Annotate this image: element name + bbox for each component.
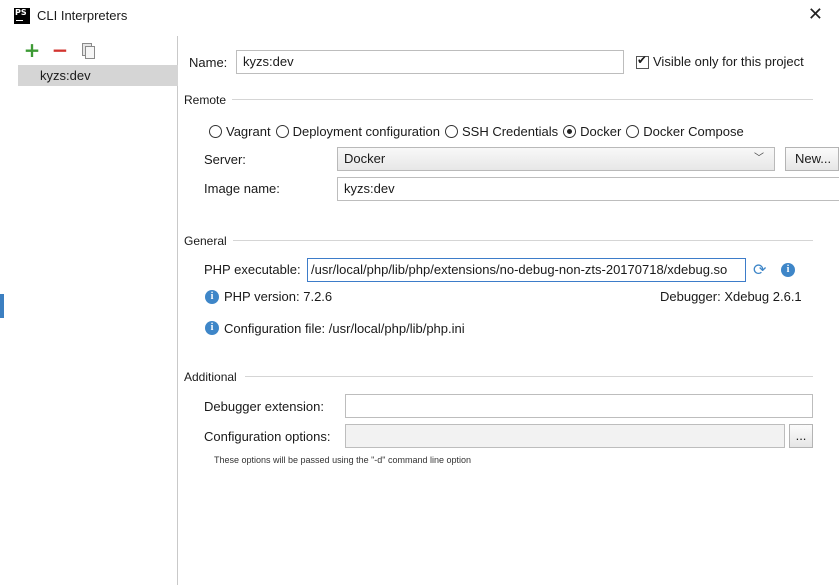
general-section-divider — [229, 240, 813, 241]
phpstorm-app-icon: PS — [14, 8, 30, 24]
background-window-edge — [0, 294, 4, 318]
radio-docker-compose[interactable]: Docker Compose — [626, 124, 744, 139]
title-bar: PS CLI Interpreters ✕ — [0, 0, 839, 32]
info-icon: i — [205, 290, 219, 304]
configuration-options-input[interactable] — [345, 424, 785, 448]
radio-deployment-configuration[interactable]: Deployment configuration — [275, 124, 440, 139]
debugger-extension-label: Debugger extension: — [204, 399, 324, 414]
additional-section-title: Additional — [184, 370, 243, 384]
radio-vagrant[interactable]: Vagrant — [209, 124, 271, 139]
refresh-icon[interactable]: ⟳ — [753, 262, 769, 278]
info-icon[interactable]: i — [781, 263, 795, 277]
copy-interpreter-icon[interactable] — [78, 40, 98, 60]
image-name-input[interactable]: kyzs:dev — [337, 177, 839, 201]
interpreter-list-item[interactable]: kyzs:dev — [18, 65, 178, 86]
server-label: Server: — [204, 152, 246, 167]
configuration-file-text: Configuration file: /usr/local/php/lib/p… — [224, 321, 465, 336]
remote-type-radio-group: Vagrant Deployment configuration SSH Cre… — [209, 124, 749, 139]
configuration-options-label: Configuration options: — [204, 429, 331, 444]
image-name-label: Image name: — [204, 181, 280, 196]
php-executable-input[interactable]: /usr/local/php/lib/php/extensions/no-deb… — [307, 258, 746, 282]
interpreter-list-panel: + − kyzs:dev — [18, 36, 178, 585]
server-select[interactable]: Docker ﹀ — [337, 147, 775, 171]
general-section-title: General — [184, 234, 233, 248]
remote-section-title: Remote — [184, 93, 233, 107]
name-input[interactable]: kyzs:dev — [236, 50, 624, 74]
add-interpreter-icon[interactable]: + — [22, 40, 42, 60]
configuration-options-browse-button[interactable]: ... — [789, 424, 813, 448]
info-icon: i — [205, 321, 219, 335]
configuration-options-note: These options will be passed using the "… — [214, 455, 472, 465]
debugger-version-text: Debugger: Xdebug 2.6.1 — [660, 289, 802, 304]
radio-ssh-credentials[interactable]: SSH Credentials — [445, 124, 558, 139]
name-label: Name: — [189, 55, 228, 70]
visible-only-checkbox[interactable]: ✔ — [636, 53, 649, 69]
php-executable-label: PHP executable: — [204, 262, 301, 277]
window-title: CLI Interpreters — [37, 8, 128, 23]
chevron-down-icon: ﹀ — [754, 153, 764, 164]
debugger-extension-input[interactable] — [345, 394, 813, 418]
interpreter-toolbar: + − — [18, 36, 178, 66]
close-icon[interactable]: ✕ — [808, 4, 823, 25]
remote-section-divider — [229, 99, 813, 100]
new-server-button[interactable]: New... — [785, 147, 839, 171]
interpreter-list: kyzs:dev — [18, 65, 178, 86]
visible-only-label: Visible only for this project — [653, 54, 804, 69]
php-version-text: PHP version: 7.2.6 — [224, 289, 333, 304]
additional-section-divider — [245, 376, 813, 377]
remove-interpreter-icon[interactable]: − — [50, 40, 70, 60]
interpreter-settings-panel: Name: kyzs:dev ✔ Visible only for this p… — [179, 32, 839, 585]
radio-docker[interactable]: Docker — [563, 124, 621, 139]
